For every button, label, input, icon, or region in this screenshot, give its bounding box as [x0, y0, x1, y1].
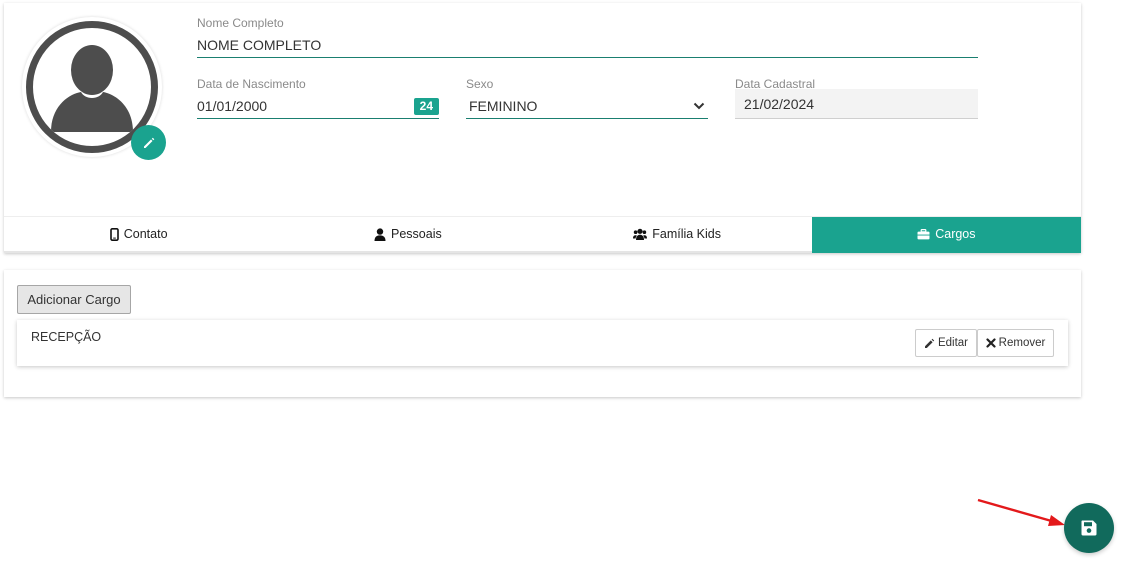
- tab-cargos-label: Cargos: [935, 227, 976, 241]
- user-icon: [374, 227, 386, 241]
- edit-photo-button[interactable]: [131, 125, 166, 160]
- sexo-label: Sexo: [466, 77, 494, 91]
- tab-pessoais[interactable]: Pessoais: [273, 217, 543, 253]
- cargo-list-item: RECEPÇÃO Editar Remover: [17, 320, 1068, 366]
- mobile-icon: [109, 227, 119, 241]
- data-nascimento-value: 01/01/2000: [197, 98, 268, 114]
- remove-cargo-button[interactable]: Remover: [977, 329, 1054, 357]
- sexo-value: FEMININO: [469, 98, 538, 114]
- add-cargo-button[interactable]: Adicionar Cargo: [17, 285, 131, 314]
- sexo-field[interactable]: Sexo FEMININO: [466, 77, 708, 119]
- tab-contato[interactable]: Contato: [4, 217, 274, 253]
- tab-contato-label: Contato: [123, 227, 168, 241]
- pencil-icon: [143, 137, 154, 148]
- data-cadastral-field: Data Cadastral 21/02/2024: [735, 77, 978, 119]
- nome-completo-field[interactable]: Nome Completo NOME COMPLETO: [197, 16, 978, 58]
- nome-completo-label: Nome Completo: [197, 16, 284, 30]
- save-button[interactable]: [1064, 503, 1114, 553]
- remove-cargo-label: Remover: [998, 337, 1046, 349]
- data-nascimento-field[interactable]: Data de Nascimento 01/01/2000 24: [197, 77, 439, 119]
- cargo-name: RECEPÇÃO: [31, 330, 102, 344]
- user-silhouette-icon: [51, 45, 133, 132]
- tab-cargos[interactable]: Cargos: [811, 217, 1081, 253]
- data-nascimento-input[interactable]: 01/01/2000 24: [197, 93, 439, 119]
- profile-tabs: Contato Pessoais Família Kids Cargos: [4, 216, 1081, 253]
- age-badge: 24: [413, 98, 439, 115]
- close-icon: [986, 338, 996, 348]
- floppy-disk-icon: [1081, 520, 1097, 536]
- users-icon: [633, 228, 648, 240]
- briefcase-icon: [917, 228, 930, 239]
- data-cadastral-input: 21/02/2024: [735, 89, 978, 119]
- data-nascimento-label: Data de Nascimento: [197, 77, 306, 91]
- edit-cargo-button[interactable]: Editar: [915, 329, 977, 357]
- chevron-down-icon: [693, 102, 705, 110]
- annotation-arrow: [977, 498, 1065, 526]
- edit-cargo-label: Editar: [937, 337, 969, 349]
- pencil-icon: [924, 338, 935, 348]
- nome-completo-input[interactable]: NOME COMPLETO: [197, 32, 978, 58]
- tab-familia-kids[interactable]: Família Kids: [542, 217, 812, 253]
- tab-pessoais-label: Pessoais: [391, 227, 442, 241]
- cargos-panel: Adicionar Cargo RECEPÇÃO Editar Remover: [4, 270, 1081, 397]
- sexo-select[interactable]: FEMININO: [466, 93, 708, 119]
- tab-familia-kids-label: Família Kids: [652, 227, 722, 241]
